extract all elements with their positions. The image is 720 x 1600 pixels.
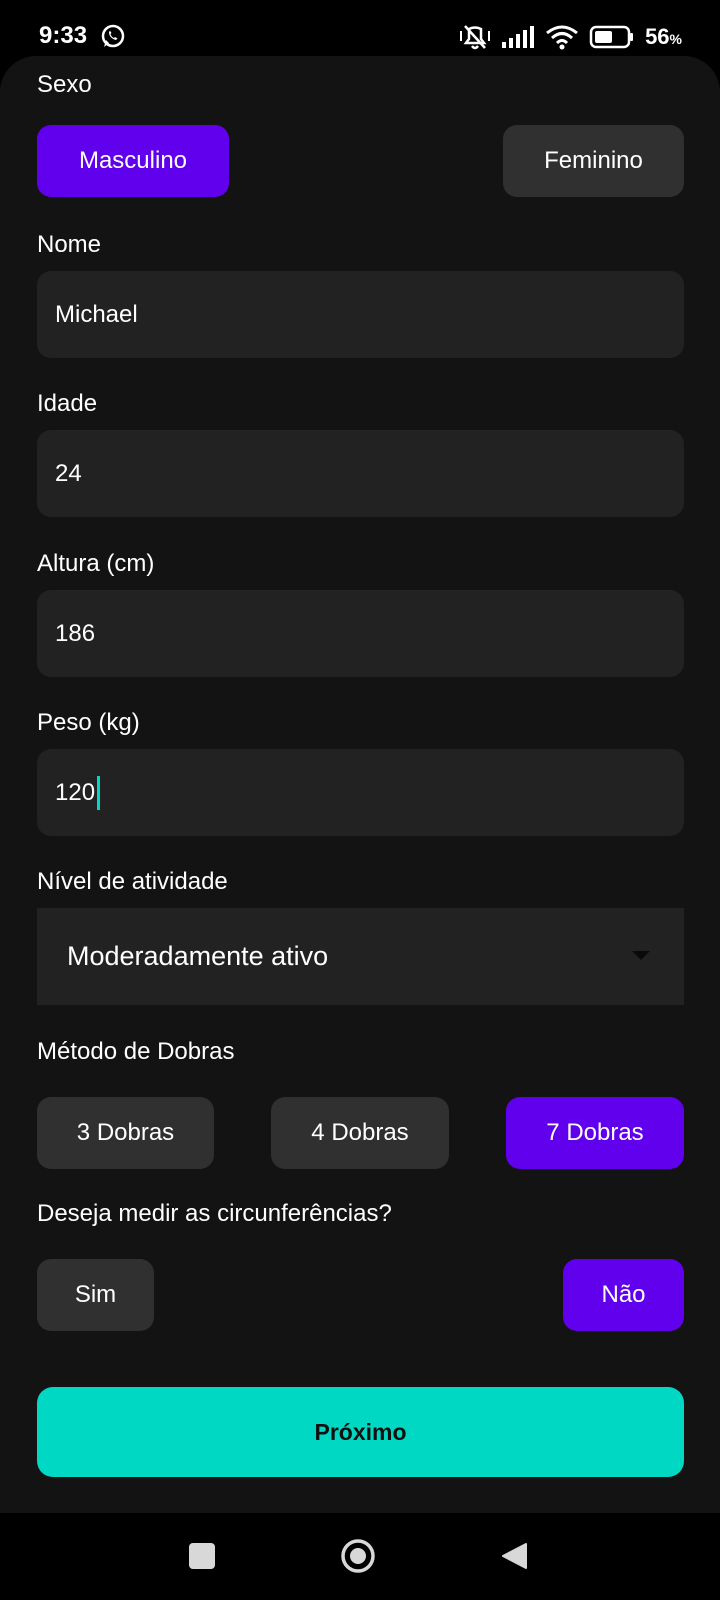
mute-vibrate-icon (460, 25, 491, 50)
status-icons: 56% (459, 22, 682, 52)
weight-label: Peso (kg) (37, 709, 140, 736)
weight-value: 120 (55, 778, 96, 806)
weight-field[interactable]: 120 (37, 749, 684, 836)
method-3-button[interactable]: 3 Dobras (37, 1097, 214, 1169)
method-label: Método de Dobras (37, 1038, 235, 1065)
battery-percent: 56% (645, 24, 682, 49)
status-time: 9:33 (39, 22, 88, 49)
signal-icon (502, 26, 535, 48)
whatsapp-icon (101, 24, 125, 48)
method-4-button[interactable]: 4 Dobras (271, 1097, 449, 1169)
circumference-label: Deseja medir as circunferências? (37, 1200, 392, 1227)
sex-female-button[interactable]: Feminino (503, 125, 684, 197)
activity-value: Moderadamente ativo (67, 941, 329, 971)
name-label: Nome (37, 231, 102, 258)
dropdown-arrow-icon (632, 951, 650, 960)
age-label: Idade (37, 390, 98, 417)
method-7-button[interactable]: 7 Dobras (506, 1097, 684, 1169)
back-triangle-icon[interactable] (500, 1541, 528, 1571)
activity-label: Nível de atividade (37, 868, 228, 895)
height-field[interactable]: 186 (37, 590, 684, 677)
height-label: Altura (cm) (37, 550, 155, 577)
sex-male-button[interactable]: Masculino (37, 125, 229, 197)
circumference-yes-button[interactable]: Sim (37, 1259, 154, 1331)
battery-icon (589, 25, 634, 49)
age-field[interactable]: 24 (37, 430, 684, 517)
age-value: 24 (55, 459, 82, 487)
wifi-icon (546, 25, 578, 50)
recents-square-icon[interactable] (189, 1543, 215, 1569)
name-field[interactable]: Michael (37, 271, 684, 358)
activity-dropdown[interactable]: Moderadamente ativo (37, 908, 684, 1005)
name-value: Michael (55, 300, 138, 328)
screen: 9:33 56% Sexo Masculino Feminino Nome Mi… (0, 0, 720, 1600)
text-cursor (97, 775, 101, 810)
form-card: Sexo Masculino Feminino Nome Michael Ida… (0, 56, 720, 1513)
height-value: 186 (55, 619, 96, 647)
sex-label: Sexo (37, 71, 92, 98)
status-bar: 9:33 56% (0, 0, 720, 56)
navigation-bar (0, 1513, 720, 1600)
home-circle-icon[interactable] (340, 1538, 376, 1574)
next-button[interactable]: Próximo (37, 1387, 684, 1477)
circumference-no-button[interactable]: Não (563, 1259, 684, 1331)
